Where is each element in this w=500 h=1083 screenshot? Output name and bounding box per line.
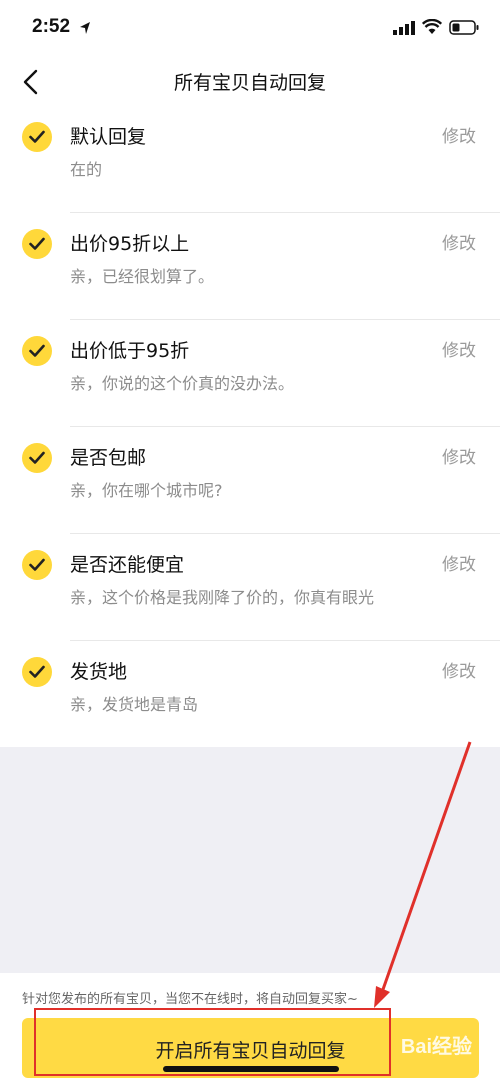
page-title: 所有宝贝自动回复 — [173, 72, 326, 94]
status-time: 2:52 — [32, 16, 71, 37]
nav-bar: 所有宝贝自动回复 — [0, 58, 500, 106]
item-reply-text: 亲，你在哪个城市呢? — [70, 481, 223, 500]
item-title: 默认回复 — [70, 126, 147, 148]
list-item[interactable]: 出价低于95折 修改 亲，你说的这个价真的没办法。 — [0, 320, 500, 427]
edit-button[interactable]: 修改 — [442, 443, 476, 468]
item-reply-text: 亲，这个价格是我刚降了价的，你真有眼光 — [70, 588, 375, 607]
checkmark-icon[interactable] — [22, 657, 52, 687]
edit-button[interactable]: 修改 — [442, 336, 476, 361]
location-arrow-icon — [80, 22, 90, 34]
item-title: 出价低于95折 — [70, 340, 190, 362]
list-item[interactable]: 是否还能便宜 修改 亲，这个价格是我刚降了价的，你真有眼光 — [0, 534, 500, 641]
list-item[interactable]: 发货地 修改 亲，发货地是青岛 — [0, 641, 500, 748]
signal-icon — [393, 21, 415, 35]
item-title: 发货地 — [70, 661, 128, 683]
baidu-watermark: Bai经验 — [400, 1036, 472, 1058]
item-reply-text: 亲，你说的这个价真的没办法。 — [70, 374, 295, 393]
annotation-highlight-box — [34, 1008, 391, 1076]
item-title: 是否包邮 — [70, 447, 147, 469]
checkmark-icon[interactable] — [22, 550, 52, 580]
item-reply-text: 亲，已经很划算了。 — [70, 267, 215, 286]
edit-button[interactable]: 修改 — [442, 122, 476, 147]
edit-button[interactable]: 修改 — [442, 657, 476, 682]
checkmark-icon[interactable] — [22, 229, 52, 259]
footer-note: 针对您发布的所有宝贝，当您不在线时，将自动回复买家~ — [22, 992, 358, 1007]
wifi-icon — [422, 19, 442, 34]
list-item[interactable]: 默认回复 修改 在的 — [0, 106, 500, 213]
status-bar: 2:52 — [0, 0, 500, 58]
battery-icon — [449, 20, 479, 35]
edit-button[interactable]: 修改 — [442, 229, 476, 254]
checkmark-icon[interactable] — [22, 122, 52, 152]
item-title: 出价95折以上 — [70, 233, 190, 255]
checkmark-icon[interactable] — [22, 443, 52, 473]
item-reply-text: 在的 — [70, 160, 103, 179]
item-title: 是否还能便宜 — [70, 554, 185, 576]
auto-reply-list: 默认回复 修改 在的 出价95折以上 修改 亲，已经很划算了。 出价低于95折 … — [0, 106, 500, 748]
edit-button[interactable]: 修改 — [442, 550, 476, 575]
item-reply-text: 亲，发货地是青岛 — [70, 695, 199, 714]
list-item[interactable]: 出价95折以上 修改 亲，已经很划算了。 — [0, 213, 500, 320]
checkmark-icon[interactable] — [22, 336, 52, 366]
annotation-arrow — [374, 741, 472, 1008]
list-item[interactable]: 是否包邮 修改 亲，你在哪个城市呢? — [0, 427, 500, 534]
